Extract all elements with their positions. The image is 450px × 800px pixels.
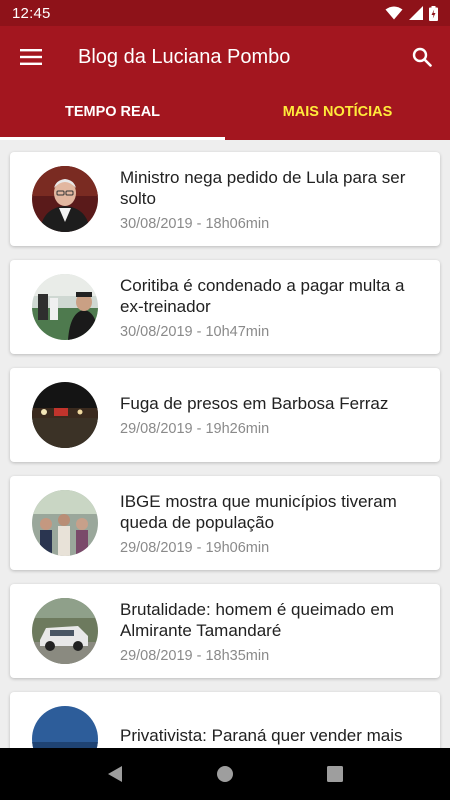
news-date: 30/08/2019 - 18h06min xyxy=(120,215,270,232)
news-date: 30/08/2019 - 10h47min xyxy=(120,323,270,340)
news-thumbnail xyxy=(32,274,98,340)
app-title: Blog da Luciana Pombo xyxy=(78,45,291,68)
tab-bar: TEMPO REAL MAIS NOTÍCIAS xyxy=(0,88,450,140)
news-card[interactable]: Ministro nega pedido de Lula para ser so… xyxy=(10,152,440,246)
menu-button[interactable] xyxy=(0,26,62,88)
news-card[interactable]: IBGE mostra que municípios tiveram queda… xyxy=(10,476,440,570)
status-time: 12:45 xyxy=(12,4,51,22)
news-title: Coritiba é condenado a pagar multa a ex-… xyxy=(120,275,405,316)
news-card[interactable]: Fuga de presos em Barbosa Ferraz 29/08/2… xyxy=(10,368,440,462)
news-card[interactable]: Brutalidade: homem é queimado em Almiran… xyxy=(10,584,440,678)
news-title: Ministro nega pedido de Lula para ser so… xyxy=(120,167,406,208)
recents-icon xyxy=(327,766,343,782)
tab-label: MAIS NOTÍCIAS xyxy=(282,104,393,120)
tab-tempo-real[interactable]: TEMPO REAL xyxy=(0,88,225,140)
menu-icon xyxy=(20,49,42,65)
status-bar: 12:45 xyxy=(0,0,450,26)
news-date: 29/08/2019 - 19h26min xyxy=(120,421,270,437)
news-date: 29/08/2019 - 19h06min xyxy=(120,539,270,556)
news-thumbnail xyxy=(32,598,98,664)
news-card[interactable]: Coritiba é condenado a pagar multa a ex-… xyxy=(10,260,440,354)
home-icon xyxy=(217,766,233,782)
signal-icon xyxy=(409,6,423,20)
back-icon xyxy=(108,766,122,782)
search-button[interactable] xyxy=(394,29,450,85)
news-thumbnail xyxy=(32,706,98,748)
tab-mais-noticias[interactable]: MAIS NOTÍCIAS xyxy=(225,88,450,140)
search-icon xyxy=(412,47,432,67)
news-title: Fuga de presos em Barbosa Ferraz xyxy=(120,394,389,413)
status-icons xyxy=(385,5,438,21)
wifi-icon xyxy=(385,6,403,20)
home-button[interactable] xyxy=(201,750,249,798)
news-title: Privativista: Paraná quer vender mais xyxy=(120,726,403,745)
news-date: 29/08/2019 - 18h35min xyxy=(120,647,270,664)
news-title: Brutalidade: homem é queimado em Almiran… xyxy=(120,599,395,640)
news-thumbnail xyxy=(32,166,98,232)
app-bar: Blog da Luciana Pombo xyxy=(0,26,450,88)
tab-label: TEMPO REAL xyxy=(64,104,161,120)
recents-button[interactable] xyxy=(311,750,359,798)
news-list[interactable]: Ministro nega pedido de Lula para ser so… xyxy=(0,140,450,748)
battery-icon xyxy=(429,5,438,21)
system-nav-bar xyxy=(0,748,450,800)
news-thumbnail xyxy=(32,490,98,556)
news-title: IBGE mostra que municípios tiveram queda… xyxy=(120,491,397,532)
back-button[interactable] xyxy=(91,750,139,798)
news-thumbnail xyxy=(32,382,98,448)
news-card[interactable]: Privativista: Paraná quer vender mais xyxy=(10,692,440,748)
